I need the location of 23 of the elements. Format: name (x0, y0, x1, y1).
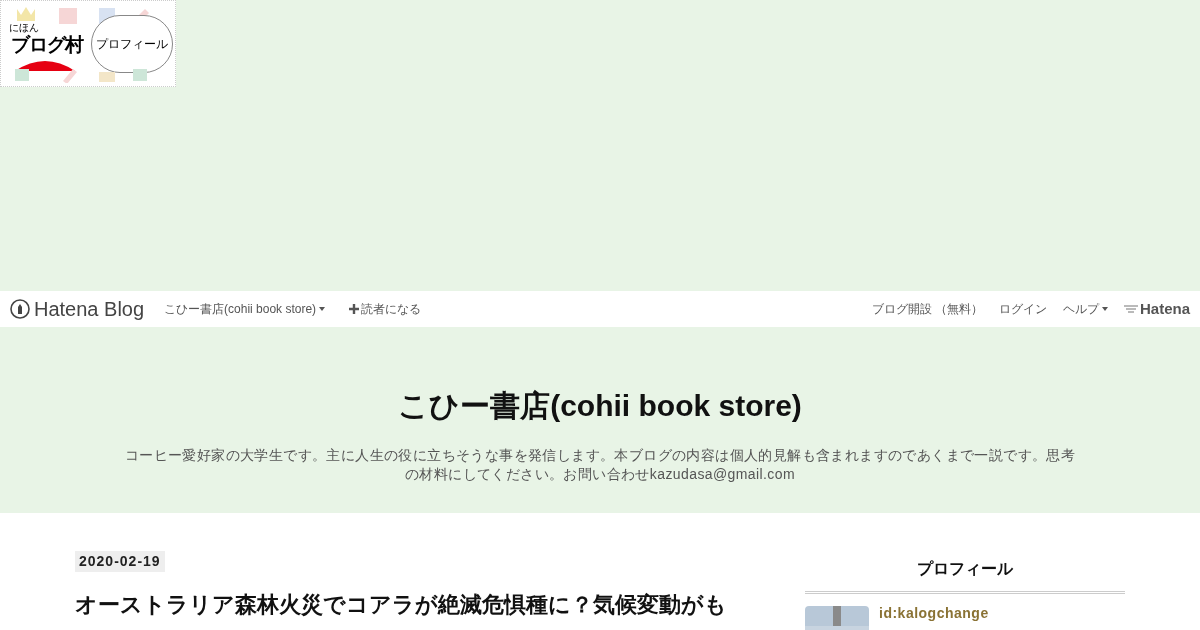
module-title: プロフィール (916, 559, 1014, 579)
entry-title[interactable]: オーストラリア森林火災でコアラが絶滅危惧種に？気候変動がも (75, 591, 805, 619)
blog-title[interactable]: こひー書店(cohii book store) (398, 383, 802, 428)
blog-village-banner[interactable]: にほん ブログ村 プロフィール (0, 0, 176, 87)
blog-description: コーヒー愛好家の大学生です。主に人生の役に立ちそうな事を発信します。本ブログの内容は個人的見解も含まれますのであくまで一説です。思考の材料にしてください。お問い合わせkazudasa@gmail.com (123, 446, 1077, 484)
speech-bubble: プロフィール (91, 15, 173, 73)
hatena-blog-icon (10, 299, 30, 319)
banner-small-label: にほん (9, 23, 39, 33)
brand-name: Hatena Blog (34, 297, 145, 322)
hatena-icon (1123, 304, 1138, 314)
plus-icon (349, 304, 360, 314)
header-link[interactable]: ログイン (998, 300, 1047, 318)
hatena-blog-logo[interactable]: Hatena Blog (10, 294, 145, 324)
entry-date[interactable]: 2020-02-19 (75, 551, 165, 572)
profile-id[interactable]: id:kalogchange (879, 606, 989, 630)
banner-logo: ブログ村 (11, 35, 84, 54)
hatena-wordmark: Hatena (1139, 298, 1190, 319)
blog-menu[interactable]: こひー書店(cohii book store) (164, 300, 326, 318)
header-link[interactable]: ブログ開設 （無料） (871, 300, 983, 318)
subscribe-button[interactable]: 読者になる (349, 300, 422, 318)
hatena-logo[interactable]: Hatena (1123, 297, 1190, 321)
help-menu[interactable]: ヘルプ (1062, 300, 1108, 318)
caret-icon (319, 307, 326, 311)
